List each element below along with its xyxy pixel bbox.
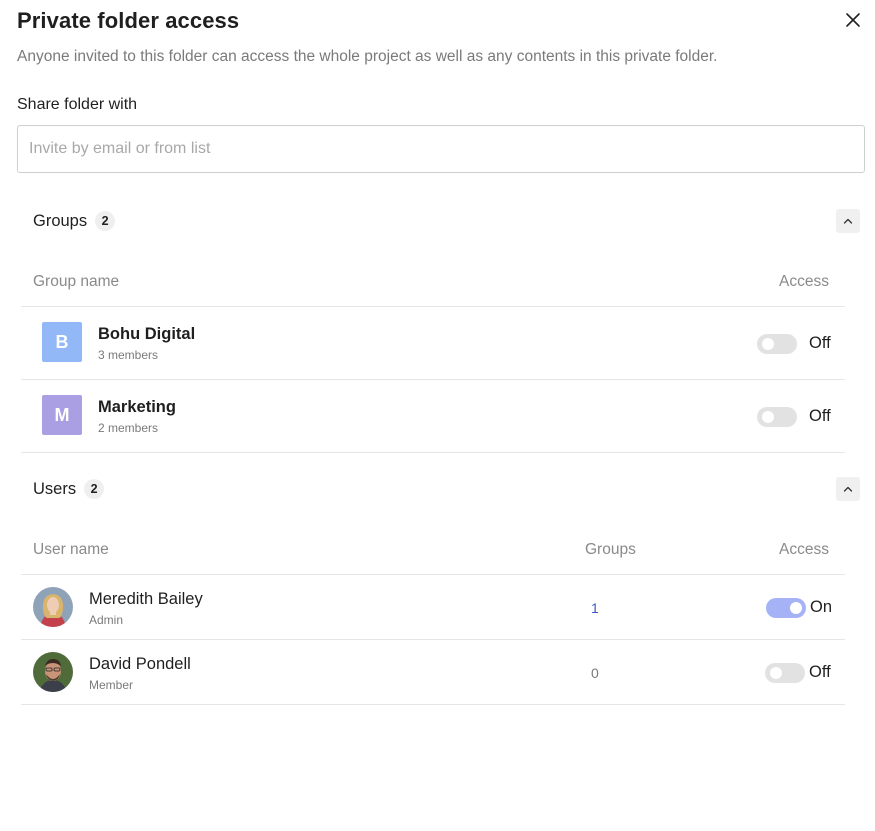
invite-input[interactable] bbox=[17, 125, 865, 173]
divider bbox=[21, 574, 845, 575]
access-status: Off bbox=[809, 334, 831, 352]
user-name-column-header: User name bbox=[33, 541, 109, 558]
chevron-up-icon bbox=[843, 218, 853, 224]
user-name: David Pondell bbox=[89, 655, 191, 673]
groups-count-badge: 2 bbox=[95, 211, 116, 231]
divider bbox=[21, 379, 845, 380]
user-groups-column-header: Groups bbox=[585, 541, 636, 558]
user-name: Meredith Bailey bbox=[89, 590, 203, 608]
group-name-column-header: Group name bbox=[33, 273, 120, 290]
group-avatar: B bbox=[42, 322, 82, 362]
user-groups-count-link[interactable]: 1 bbox=[591, 600, 599, 616]
user-role: Admin bbox=[89, 613, 124, 627]
group-members-count: 3 members bbox=[98, 348, 159, 362]
avatar bbox=[33, 652, 73, 692]
group-name: Marketing bbox=[98, 398, 176, 416]
chevron-up-icon bbox=[843, 486, 853, 492]
group-name: Bohu Digital bbox=[98, 325, 196, 343]
groups-section-title: Groups bbox=[33, 211, 88, 230]
divider bbox=[21, 452, 845, 453]
group-avatar: M bbox=[42, 395, 82, 435]
access-toggle[interactable] bbox=[765, 663, 805, 683]
users-section-header: Users 2 bbox=[33, 479, 105, 499]
divider bbox=[21, 704, 845, 705]
user-access-column-header: Access bbox=[779, 541, 829, 558]
users-section-title: Users bbox=[33, 479, 77, 498]
access-status: Off bbox=[809, 407, 831, 425]
groups-section-header: Groups 2 bbox=[33, 211, 116, 231]
users-collapse-button[interactable] bbox=[836, 477, 860, 501]
close-button[interactable] bbox=[842, 9, 864, 31]
access-toggle[interactable] bbox=[757, 334, 797, 354]
user-groups-count: 0 bbox=[591, 665, 599, 681]
close-icon[interactable] bbox=[845, 12, 861, 28]
toggle-knob bbox=[762, 411, 774, 423]
divider bbox=[21, 306, 845, 307]
user-role: Member bbox=[89, 678, 134, 692]
dialog-title: Private folder access bbox=[17, 8, 240, 33]
avatar bbox=[33, 587, 73, 627]
access-toggle[interactable] bbox=[757, 407, 797, 427]
toggle-knob bbox=[762, 338, 774, 350]
toggle-knob bbox=[770, 667, 782, 679]
share-folder-label: Share folder with bbox=[17, 96, 138, 113]
divider bbox=[21, 639, 845, 640]
users-count-badge: 2 bbox=[84, 479, 105, 499]
group-access-column-header: Access bbox=[779, 273, 829, 290]
groups-collapse-button[interactable] bbox=[836, 209, 860, 233]
user-photo-icon bbox=[33, 587, 73, 627]
dialog-description: Anyone invited to this folder can access… bbox=[17, 48, 718, 65]
access-status: Off bbox=[809, 663, 831, 681]
user-photo-icon bbox=[33, 652, 73, 692]
group-members-count: 2 members bbox=[98, 421, 159, 435]
access-toggle[interactable] bbox=[766, 598, 806, 618]
toggle-knob bbox=[790, 602, 802, 614]
access-status: On bbox=[810, 598, 833, 616]
